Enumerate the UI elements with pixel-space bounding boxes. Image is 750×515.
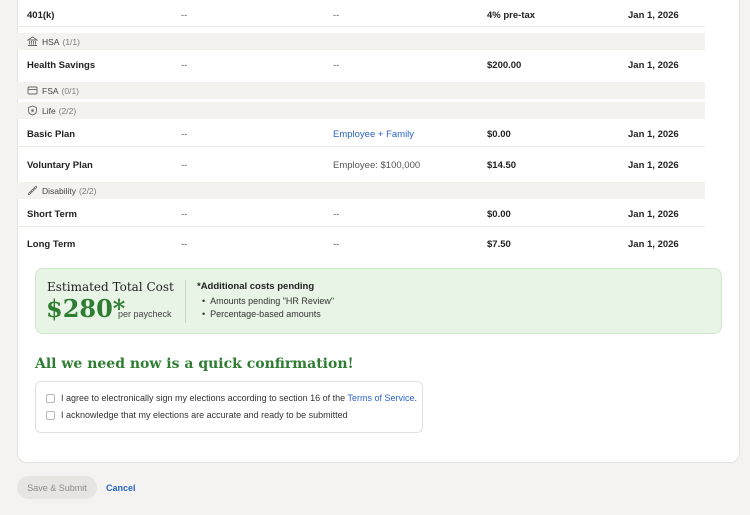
plan-col2: -- [181, 159, 188, 171]
estimated-cost-summary: Estimated Total Cost $280* per paycheck … [35, 268, 722, 334]
plan-name: 401(k) [27, 10, 55, 21]
group-label: HSA [42, 36, 60, 47]
plan-coverage: -- [333, 10, 340, 21]
plan-coverage: -- [333, 238, 340, 250]
page: 401(k) -- -- 4% pre-tax Jan 1, 2026 HSA … [0, 0, 750, 515]
group-header-fsa: FSA (0/1) [17, 82, 705, 99]
acknowledge-checkbox[interactable] [46, 410, 55, 420]
confirmation-box: I agree to electronically sign my electi… [35, 381, 423, 433]
cancel-button[interactable]: Cancel [106, 476, 136, 499]
group-count: (2/2) [58, 105, 77, 116]
plan-effective-date: Jan 1, 2026 [628, 10, 679, 21]
amount-value: $280 [46, 294, 113, 323]
plan-coverage: -- [333, 209, 340, 220]
group-header-hsa: HSA (1/1) [17, 33, 705, 50]
group-header-disability: Disability (2/2) [17, 182, 705, 199]
group-count: (1/1) [62, 36, 80, 47]
plan-cost: $7.50 [487, 238, 511, 250]
plan-coverage: Employee: $100,000 [333, 159, 421, 171]
plan-col2: -- [181, 238, 188, 250]
plan-name: Health Savings [27, 59, 96, 71]
plan-cost: $0.00 [487, 129, 511, 140]
table-row: Voluntary Plan -- Employee: $100,000 $14… [17, 153, 705, 177]
plan-col2: -- [181, 129, 188, 140]
plan-col2: -- [181, 209, 188, 220]
group-label: Life [42, 105, 56, 116]
table-row: Basic Plan -- Employee + Family $0.00 Ja… [17, 123, 705, 147]
estimated-cost-title: Estimated Total Cost [47, 280, 174, 294]
table-row: 401(k) -- -- 4% pre-tax Jan 1, 2026 [17, 5, 705, 27]
terms-of-service-link[interactable]: Terms of Service [348, 393, 415, 403]
card-icon [27, 85, 38, 96]
agree-row: I agree to electronically sign my electi… [46, 393, 417, 403]
plan-coverage: -- [333, 59, 340, 71]
per-paycheck-label: per paycheck [118, 309, 172, 319]
table-row: Short Term -- -- $0.00 Jan 1, 2026 [17, 203, 705, 227]
pending-item: Percentage-based amounts [202, 309, 334, 319]
plan-cost: $200.00 [487, 59, 522, 71]
pending-list: Amounts pending "HR Review" Percentage-b… [202, 296, 334, 322]
plan-effective-date: Jan 1, 2026 [628, 238, 679, 250]
plan-col2: -- [181, 10, 188, 21]
plan-cost: $0.00 [487, 209, 511, 220]
additional-costs-title: *Additional costs pending [197, 281, 315, 292]
plan-cost: $14.50 [487, 159, 517, 171]
group-count: (0/1) [61, 85, 80, 96]
save-submit-button[interactable]: Save & Submit [17, 476, 97, 499]
pending-item: Amounts pending "HR Review" [202, 296, 334, 306]
plan-effective-date: Jan 1, 2026 [628, 59, 679, 71]
summary-divider [185, 280, 186, 323]
acknowledge-label: I acknowledge that my elections are accu… [61, 410, 348, 420]
plan-name: Basic Plan [27, 129, 76, 140]
table-row: Health Savings -- -- $200.00 Jan 1, 2026 [17, 54, 705, 76]
plan-name: Voluntary Plan [27, 159, 93, 171]
plan-name: Long Term [27, 238, 76, 250]
agree-end: . [414, 393, 418, 403]
agree-label: I agree to electronically sign my electi… [61, 393, 417, 403]
agree-text: I agree to electronically sign my electi… [61, 393, 348, 403]
group-header-life: Life (2/2) [17, 102, 705, 119]
acknowledge-row: I acknowledge that my elections are accu… [46, 410, 348, 420]
coverage-link[interactable]: Employee + Family [333, 129, 414, 140]
confirmation-title: All we need now is a quick confirmation! [35, 356, 354, 372]
agree-checkbox[interactable] [46, 393, 55, 403]
plan-col2: -- [181, 59, 188, 71]
plan-effective-date: Jan 1, 2026 [628, 159, 679, 171]
estimated-cost-amount: $280* [46, 294, 125, 323]
plan-cost: 4% pre-tax [487, 10, 536, 21]
plan-name: Short Term [27, 209, 77, 220]
bandage-icon [27, 185, 38, 196]
plan-effective-date: Jan 1, 2026 [628, 209, 679, 220]
group-count: (2/2) [79, 185, 97, 196]
plan-effective-date: Jan 1, 2026 [628, 129, 679, 140]
bank-icon [27, 36, 38, 47]
group-label: FSA [42, 85, 59, 96]
shield-icon [27, 105, 38, 116]
table-row: Long Term -- -- $7.50 Jan 1, 2026 [17, 232, 705, 256]
group-label: Disability [42, 185, 77, 196]
